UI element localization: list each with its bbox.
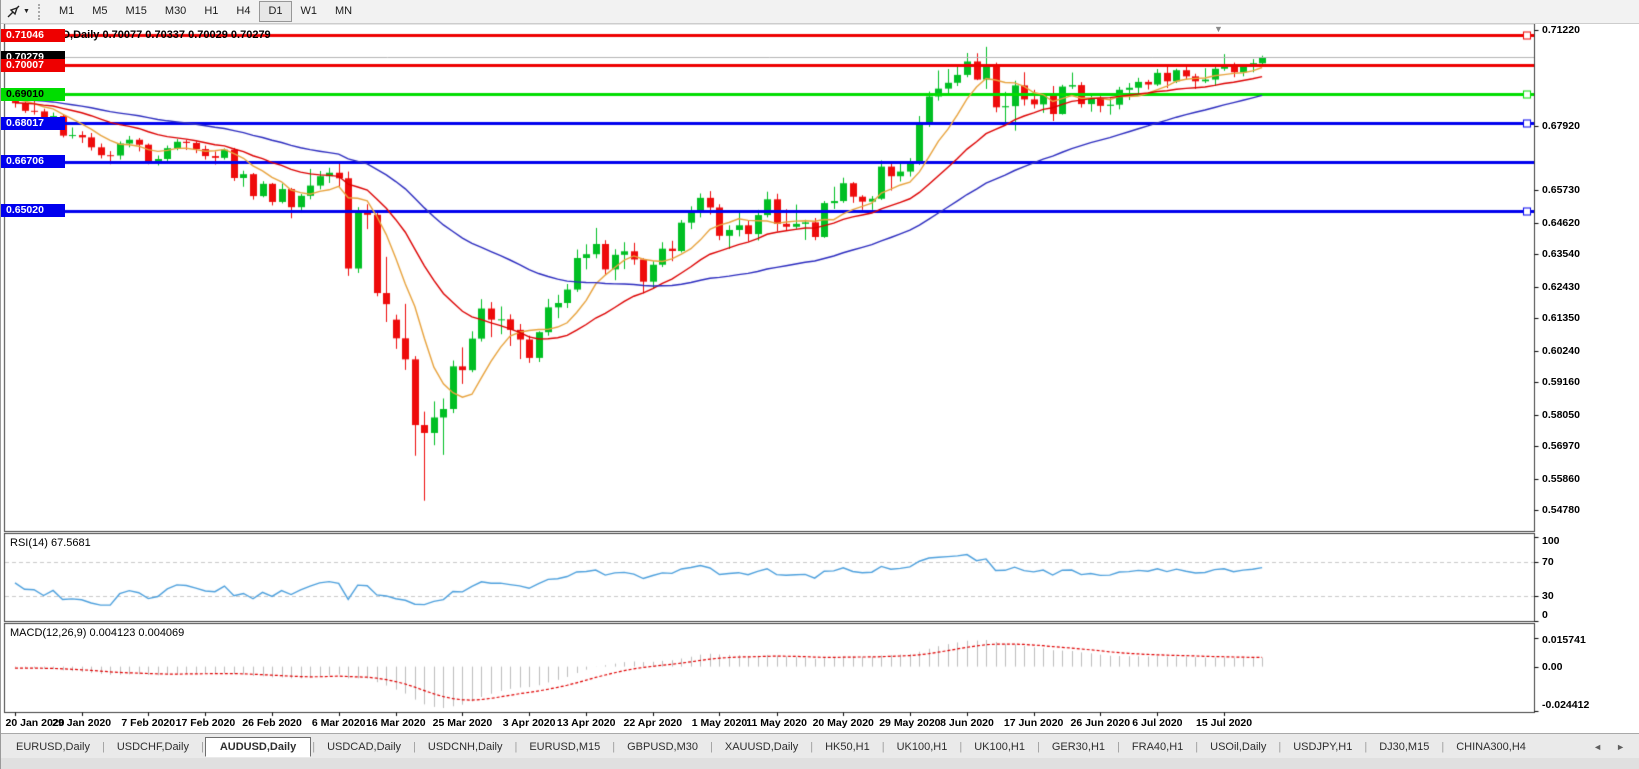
chart-tab-usdcnh-daily[interactable]: USDCNH,Daily	[417, 737, 514, 757]
level-price-tag: 0.65020	[1, 204, 65, 217]
price-axis-tick: 0.54780	[1542, 504, 1580, 516]
date-axis-tick: 15 Jul 2020	[1196, 717, 1252, 729]
timeframe-button-d1[interactable]: D1	[259, 1, 291, 22]
timeframe-button-mn[interactable]: MN	[326, 1, 361, 22]
timeframe-button-m30[interactable]: M30	[156, 1, 195, 22]
chart-shift-marker[interactable]: ▼	[1214, 24, 1223, 34]
chart-tab-xauusd-daily[interactable]: XAUUSD,Daily	[714, 737, 809, 757]
chart-tab-usdjpy-h1[interactable]: USDJPY,H1	[1282, 737, 1363, 757]
date-axis-tick: 6 Jul 2020	[1132, 717, 1182, 729]
chart-cursor-icon-glyph	[6, 5, 21, 19]
date-axis-tick: 17 Feb 2020	[176, 717, 236, 729]
date-axis-tick: 20 May 2020	[813, 717, 874, 729]
rsi-axis-tick: 30	[1542, 590, 1554, 602]
date-axis-tick: 25 Mar 2020	[433, 717, 493, 729]
level-price-tag: 0.70007	[1, 59, 65, 72]
macd-indicator-label: MACD(12,26,9) 0.004123 0.004069	[10, 627, 184, 639]
chart-tab-fra40-h1[interactable]: FRA40,H1	[1121, 737, 1194, 757]
rsi-axis-tick: 100	[1542, 535, 1560, 547]
price-axis-tick: 0.64620	[1542, 217, 1580, 229]
timeframe-button-m5[interactable]: M5	[83, 1, 116, 22]
price-axis-tick: 0.56970	[1542, 440, 1580, 452]
macd-axis-tick-zero: 0.00	[1542, 661, 1562, 673]
trading-platform-window: ▼ M1M5M15M30H1H4D1W1MN ▼ AUDUSD,Daily 0.…	[0, 0, 1639, 769]
timeframe-button-h4[interactable]: H4	[227, 1, 259, 22]
price-axis-tick: 0.60240	[1542, 345, 1580, 357]
level-price-tag: 0.69010	[1, 88, 65, 101]
tab-scroll-right-icon[interactable]: ►	[1616, 742, 1625, 752]
date-axis-tick: 16 Mar 2020	[366, 717, 426, 729]
main-toolbar: ▼ M1M5M15M30H1H4D1W1MN	[1, 0, 1639, 24]
chart-tab-china300-h4[interactable]: CHINA300,H4	[1445, 737, 1537, 757]
tab-scroll-controls: ◄ ►	[1593, 742, 1625, 752]
chart-tab-eurusd-daily[interactable]: EURUSD,Daily	[5, 737, 101, 757]
chart-tab-uk100-h1[interactable]: UK100,H1	[963, 737, 1036, 757]
price-axis-tick: 0.61350	[1542, 312, 1580, 324]
chart-canvas[interactable]	[1, 0, 1639, 769]
chart-tabs: EURUSD,Daily|USDCHF,Daily|AUDUSD,Daily|U…	[5, 737, 1537, 757]
date-axis-tick: 29 Jan 2020	[52, 717, 111, 729]
chart-tab-dj30-m15[interactable]: DJ30,M15	[1368, 737, 1440, 757]
price-axis-tick: 0.67920	[1542, 120, 1580, 132]
toolbar-grip[interactable]	[38, 4, 43, 20]
rsi-axis-tick: 0	[1542, 609, 1548, 621]
rsi-axis-tick: 70	[1542, 556, 1554, 568]
date-axis-tick: 6 Mar 2020	[312, 717, 366, 729]
rsi-indicator-label: RSI(14) 67.5681	[10, 537, 91, 549]
tab-scroll-left-icon[interactable]: ◄	[1593, 742, 1602, 752]
date-axis-tick: 11 May 2020	[746, 717, 807, 729]
date-axis-tick: 29 May 2020	[879, 717, 940, 729]
level-price-tag: 0.71046	[1, 29, 65, 42]
timeframe-button-m1[interactable]: M1	[50, 1, 83, 22]
date-axis-tick: 26 Feb 2020	[242, 717, 302, 729]
date-axis-tick: 1 May 2020	[692, 717, 747, 729]
date-axis-tick: 22 Apr 2020	[624, 717, 683, 729]
chart-tab-gbpusd-m30[interactable]: GBPUSD,M30	[616, 737, 709, 757]
price-axis-tick: 0.62430	[1542, 281, 1580, 293]
window-bottom-strip	[1, 758, 1639, 769]
timeframe-button-w1[interactable]: W1	[292, 1, 327, 22]
date-axis-tick: 17 Jun 2020	[1004, 717, 1064, 729]
timeframe-buttons: M1M5M15M30H1H4D1W1MN	[50, 1, 361, 22]
date-axis-tick: 3 Apr 2020	[503, 717, 556, 729]
chart-tab-usdcad-daily[interactable]: USDCAD,Daily	[316, 737, 412, 757]
chart-tab-usdchf-daily[interactable]: USDCHF,Daily	[106, 737, 200, 757]
price-axis-tick: 0.58050	[1542, 409, 1580, 421]
chart-tab-uk100-h1[interactable]: UK100,H1	[886, 737, 959, 757]
macd-axis-tick-min: -0.024412	[1542, 699, 1589, 711]
chart-cursor-icon[interactable]: ▼	[4, 4, 32, 20]
price-axis-tick: 0.63540	[1542, 248, 1580, 260]
chart-tab-hk50-h1[interactable]: HK50,H1	[814, 737, 881, 757]
chart-tab-ger30-h1[interactable]: GER30,H1	[1041, 737, 1116, 757]
level-price-tag: 0.66706	[1, 155, 65, 168]
date-axis-tick: 7 Feb 2020	[121, 717, 175, 729]
price-axis-tick: 0.71220	[1542, 24, 1580, 36]
macd-axis-tick-max: 0.015741	[1542, 634, 1586, 646]
price-axis-tick: 0.65730	[1542, 184, 1580, 196]
price-axis-tick: 0.59160	[1542, 376, 1580, 388]
dropdown-caret-icon[interactable]: ▼	[23, 8, 30, 15]
chart-tab-bar: EURUSD,Daily|USDCHF,Daily|AUDUSD,Daily|U…	[1, 733, 1639, 759]
level-price-tag: 0.68017	[1, 117, 65, 130]
timeframe-button-m15[interactable]: M15	[117, 1, 156, 22]
chart-tab-audusd-daily[interactable]: AUDUSD,Daily	[205, 737, 311, 757]
date-axis-tick: 26 Jun 2020	[1070, 717, 1130, 729]
date-axis-tick: 8 Jun 2020	[940, 717, 994, 729]
chart-tab-eurusd-m15[interactable]: EURUSD,M15	[518, 737, 611, 757]
date-axis-tick: 13 Apr 2020	[557, 717, 616, 729]
timeframe-button-h1[interactable]: H1	[195, 1, 227, 22]
price-axis-tick: 0.55860	[1542, 473, 1580, 485]
chart-tab-usoil-daily[interactable]: USOil,Daily	[1199, 737, 1277, 757]
